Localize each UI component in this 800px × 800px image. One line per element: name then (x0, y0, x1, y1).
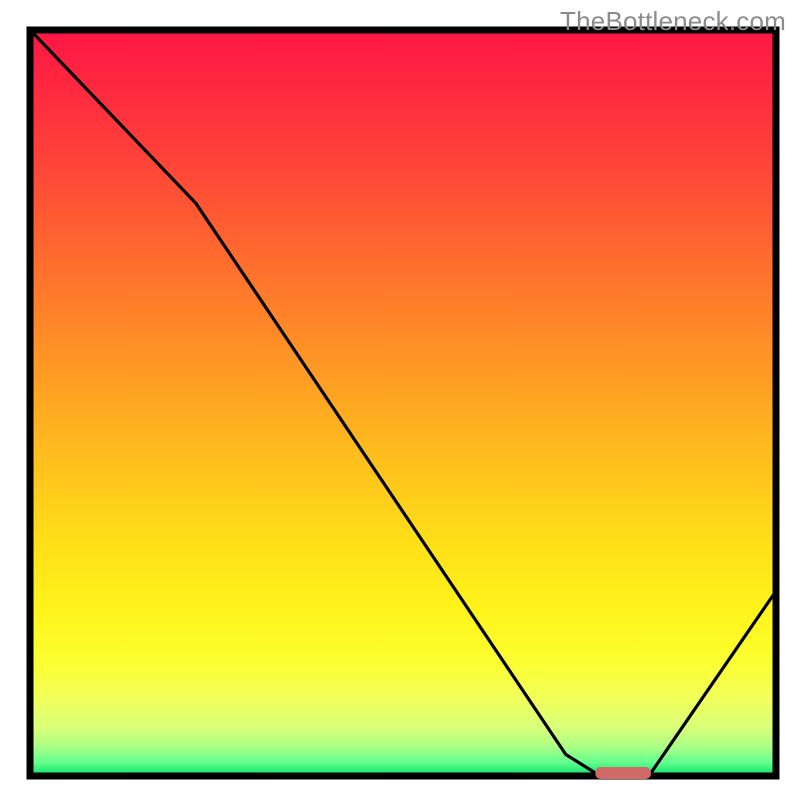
plot-gradient-bg (33, 33, 773, 773)
optimal-marker (595, 767, 651, 779)
bottleneck-chart: TheBottleneck.com (0, 0, 800, 800)
chart-canvas (0, 0, 800, 800)
watermark-text: TheBottleneck.com (560, 6, 786, 37)
